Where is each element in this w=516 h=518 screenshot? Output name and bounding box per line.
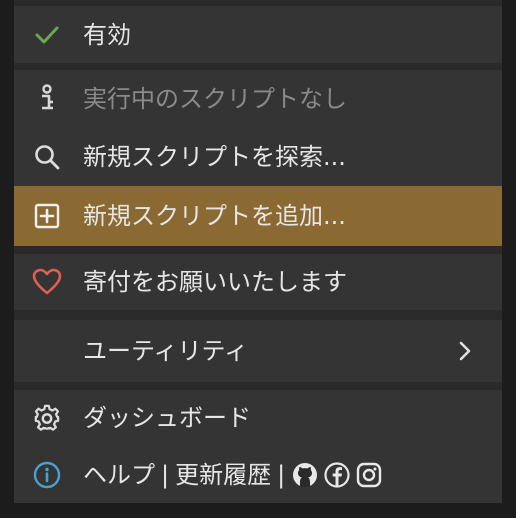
info-lock-icon — [32, 84, 62, 114]
menu-section-status: 有効 — [14, 6, 502, 63]
link-separator: | — [277, 460, 286, 489]
gear-icon — [32, 403, 62, 433]
menu-item-footer: ヘルプ | 更新履歴 | — [14, 446, 502, 503]
menu-item-label: ユーティリティ — [83, 337, 249, 365]
github-icon[interactable] — [291, 461, 319, 489]
menu-item-no-running-scripts: 実行中のスクリプトなし — [14, 70, 502, 128]
checkmark-icon — [32, 20, 62, 50]
info-circle-icon — [32, 460, 62, 490]
plus-square-icon — [32, 201, 62, 231]
menu-section-scripts: 実行中のスクリプトなし 新規スクリプトを探索... 新規スクリプトを追加... — [14, 70, 502, 246]
extension-popup-menu: 有効 実行中のスクリプトなし 新規スクリプトを探索... 新規スクリプトを追加.… — [14, 0, 502, 503]
menu-item-label: ダッシュボード — [83, 404, 251, 432]
chevron-right-icon — [456, 336, 474, 366]
menu-item-dashboard[interactable]: ダッシュボード — [14, 390, 502, 446]
menu-item-label: 新規スクリプトを追加... — [83, 202, 346, 230]
heart-icon — [32, 267, 62, 297]
footer-links: ヘルプ | 更新履歴 | — [83, 460, 383, 490]
menu-item-donate[interactable]: 寄付をお願いいたします — [14, 254, 502, 310]
help-link[interactable]: ヘルプ — [83, 460, 155, 490]
search-icon — [32, 142, 62, 172]
menu-item-add-script[interactable]: 新規スクリプトを追加... — [14, 186, 502, 246]
menu-item-enabled[interactable]: 有効 — [14, 6, 502, 63]
menu-section-dashboard: ダッシュボード ヘルプ | 更新履歴 | — [14, 390, 502, 503]
menu-section-donate: 寄付をお願いいたします — [14, 254, 502, 310]
menu-item-find-scripts[interactable]: 新規スクリプトを探索... — [14, 128, 502, 186]
link-separator: | — [161, 460, 170, 489]
facebook-icon[interactable] — [323, 461, 351, 489]
menu-item-utilities[interactable]: ユーティリティ — [14, 320, 502, 382]
menu-item-label: 有効 — [83, 20, 131, 49]
menu-item-label: 寄付をお願いいたします — [83, 268, 347, 296]
changelog-link[interactable]: 更新履歴 — [175, 460, 271, 490]
menu-item-label: 新規スクリプトを探索... — [83, 143, 346, 171]
menu-item-label: 実行中のスクリプトなし — [83, 85, 347, 113]
menu-section-utilities: ユーティリティ — [14, 320, 502, 382]
instagram-icon[interactable] — [355, 461, 383, 489]
